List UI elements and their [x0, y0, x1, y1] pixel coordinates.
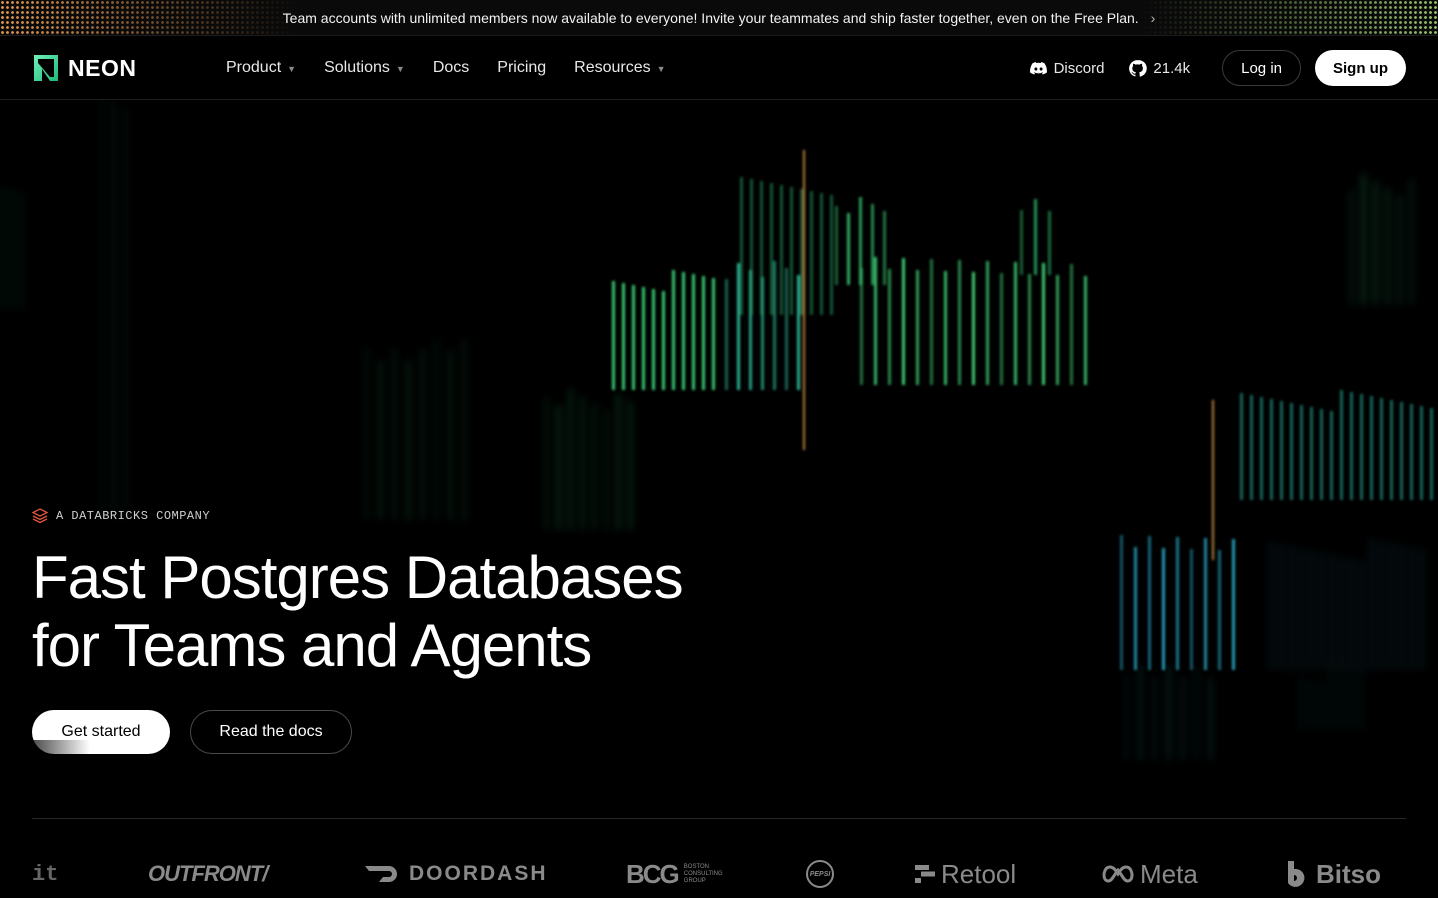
announcement-bar[interactable]: Team accounts with unlimited members now… — [0, 0, 1438, 36]
nav-solutions-label: Solutions — [324, 59, 390, 76]
site-header: NEON Product ▼ Solutions ▼ Docs Pricing … — [0, 36, 1438, 100]
github-stars: 21.4k — [1153, 59, 1191, 77]
discord-label: Discord — [1053, 59, 1105, 77]
nav-pricing-label: Pricing — [497, 59, 547, 76]
hero-background-visual — [0, 100, 1433, 760]
github-icon — [1129, 59, 1148, 77]
section-divider — [32, 818, 1406, 819]
nav-product[interactable]: Product ▼ — [226, 59, 296, 77]
logo-retool: Retool — [915, 852, 1016, 896]
decorative-dot-pattern-left — [0, 0, 300, 35]
logo-bcg-subtext-line2: CONSULTING — [683, 870, 723, 877]
github-link[interactable]: 21.4k — [1128, 59, 1190, 78]
logo-bitso-text: Bitso — [1316, 858, 1381, 889]
logo-bcg-text: BCG — [626, 858, 680, 889]
logo-bitso: Bitso — [1284, 852, 1381, 896]
decorative-dot-pattern-right — [1138, 0, 1438, 35]
logo-partial-text: it — [32, 861, 59, 887]
logo-bcg-subtext-line3: GROUP — [683, 877, 706, 884]
nav-docs[interactable]: Docs — [433, 59, 469, 77]
logo-retool-text: Retool — [941, 858, 1017, 889]
nav-resources[interactable]: Resources ▼ — [574, 59, 665, 77]
logo-pepsi: PEPSI — [806, 852, 834, 896]
nav-product-label: Product — [226, 59, 282, 76]
hero-title-line1: Fast Postgres Databases — [32, 544, 684, 611]
nav-resources-label: Resources — [574, 59, 651, 76]
chevron-right-icon[interactable]: › — [1151, 10, 1156, 26]
signup-button[interactable]: Sign up — [1315, 50, 1406, 86]
logo-doordash: DOORDASH — [365, 852, 548, 896]
announcement-text[interactable]: Team accounts with unlimited members now… — [283, 10, 1139, 26]
logo-partial: it — [32, 852, 58, 896]
databricks-icon — [32, 508, 48, 524]
read-docs-button[interactable]: Read the docs — [190, 710, 352, 754]
neon-logo-icon — [34, 55, 58, 81]
meta-infinity-icon — [1102, 865, 1134, 883]
hero-section: A DATABRICKS COMPANY Fast Postgres Datab… — [0, 100, 1438, 898]
neon-logo[interactable]: NEON — [32, 53, 136, 83]
logo-bcg-subtext-line1: BOSTON — [683, 863, 710, 870]
chevron-down-icon: ▼ — [287, 64, 297, 74]
nav-pricing[interactable]: Pricing — [497, 59, 546, 77]
logo-doordash-text: DOORDASH — [409, 862, 548, 885]
pepsi-icon: PEPSI — [806, 860, 834, 888]
get-started-button[interactable]: Get started — [32, 710, 170, 754]
logo-meta: Meta — [1102, 852, 1198, 896]
main-nav: Product ▼ Solutions ▼ Docs Pricing Resou… — [226, 36, 666, 100]
logo-outfront: OUTFRONT/ — [148, 852, 268, 896]
logo-outfront-text: OUTFRONT/ — [148, 861, 268, 886]
logo-bcg: BCG BOSTON CONSULTING GROUP — [626, 852, 723, 896]
chevron-down-icon: ▼ — [656, 64, 666, 74]
hero-title-line2: for Teams and Agents — [32, 612, 592, 679]
nav-docs-label: Docs — [432, 59, 470, 76]
retool-icon — [915, 865, 935, 883]
doordash-icon — [365, 866, 397, 882]
bitso-icon — [1288, 861, 1305, 887]
databricks-badge: A DATABRICKS COMPANY — [32, 508, 210, 524]
logo-meta-text: Meta — [1140, 858, 1198, 889]
header-actions: Discord 21.4k Log in Sign up — [1029, 36, 1406, 100]
brand-name: NEON — [68, 54, 137, 81]
logo-bcg-subtext: BOSTON CONSULTING GROUP — [684, 864, 723, 885]
eyebrow-text: A DATABRICKS COMPANY — [56, 509, 211, 523]
login-button[interactable]: Log in — [1222, 50, 1301, 86]
customer-logos-strip: it OUTFRONT/ DOORDASH BCG BOSTON CONSULT… — [0, 852, 1438, 896]
discord-link[interactable]: Discord — [1029, 59, 1105, 78]
chevron-down-icon: ▼ — [395, 64, 405, 74]
hero-title: Fast Postgres Databases for Teams and Ag… — [32, 544, 684, 680]
discord-icon — [1029, 61, 1047, 75]
logo-pepsi-text: PEPSI — [809, 870, 831, 878]
nav-solutions[interactable]: Solutions ▼ — [324, 59, 405, 77]
